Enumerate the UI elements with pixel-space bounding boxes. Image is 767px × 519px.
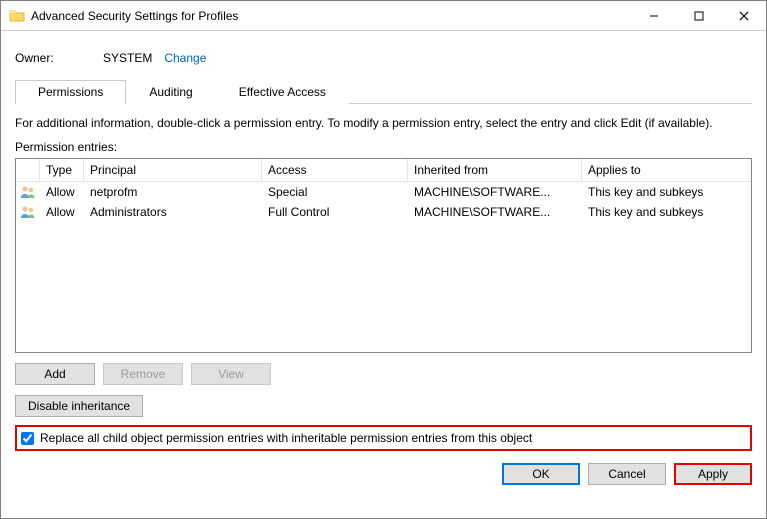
permission-row[interactable]: Allow netprofm Special MACHINE\SOFTWARE.… <box>16 182 751 202</box>
tab-auditing[interactable]: Auditing <box>126 80 215 104</box>
add-button[interactable]: Add <box>15 363 95 385</box>
cell-access: Special <box>262 183 408 201</box>
column-inherited[interactable]: Inherited from <box>408 159 582 181</box>
ok-button[interactable]: OK <box>502 463 580 485</box>
cell-type: Allow <box>40 203 84 221</box>
instruction-text: For additional information, double-click… <box>15 116 752 130</box>
column-applies[interactable]: Applies to <box>582 159 751 181</box>
disable-inheritance-button[interactable]: Disable inheritance <box>15 395 143 417</box>
cell-applies: This key and subkeys <box>582 183 751 201</box>
titlebar: Advanced Security Settings for Profiles <box>1 1 766 31</box>
minimize-button[interactable] <box>631 1 676 30</box>
window-title: Advanced Security Settings for Profiles <box>31 9 631 23</box>
cell-inherited: MACHINE\SOFTWARE... <box>408 203 582 221</box>
tab-permissions[interactable]: Permissions <box>15 80 126 104</box>
view-button[interactable]: View <box>191 363 271 385</box>
folder-icon <box>9 8 25 24</box>
column-icon[interactable] <box>16 159 40 181</box>
window: Advanced Security Settings for Profiles … <box>0 0 767 519</box>
content-area: Owner: SYSTEM Change Permissions Auditin… <box>1 31 766 518</box>
close-button[interactable] <box>721 1 766 30</box>
maximize-button[interactable] <box>676 1 721 30</box>
cell-inherited: MACHINE\SOFTWARE... <box>408 183 582 201</box>
column-access[interactable]: Access <box>262 159 408 181</box>
owner-value: SYSTEM <box>103 51 152 65</box>
tab-effective-access[interactable]: Effective Access <box>216 80 349 104</box>
grid-header: Type Principal Access Inherited from App… <box>16 159 751 182</box>
grid-body[interactable]: Allow netprofm Special MACHINE\SOFTWARE.… <box>16 182 751 352</box>
entry-button-row: Add Remove View <box>15 363 752 385</box>
permission-row[interactable]: Allow Administrators Full Control MACHIN… <box>16 202 751 222</box>
permission-grid: Type Principal Access Inherited from App… <box>15 158 752 353</box>
users-icon <box>16 203 40 221</box>
permission-entries-label: Permission entries: <box>15 140 752 154</box>
owner-row: Owner: SYSTEM Change <box>15 51 752 65</box>
cell-principal: Administrators <box>84 203 262 221</box>
change-owner-link[interactable]: Change <box>164 51 206 65</box>
column-principal[interactable]: Principal <box>84 159 262 181</box>
footer-buttons: OK Cancel Apply <box>15 463 752 485</box>
column-type[interactable]: Type <box>40 159 84 181</box>
cell-principal: netprofm <box>84 183 262 201</box>
owner-label: Owner: <box>15 51 103 65</box>
cell-type: Allow <box>40 183 84 201</box>
replace-child-checkbox[interactable] <box>21 432 34 445</box>
window-buttons <box>631 1 766 30</box>
replace-child-label: Replace all child object permission entr… <box>40 431 532 445</box>
apply-button[interactable]: Apply <box>674 463 752 485</box>
cancel-button[interactable]: Cancel <box>588 463 666 485</box>
inheritance-row: Disable inheritance <box>15 395 752 417</box>
replace-checkbox-row: Replace all child object permission entr… <box>15 425 752 451</box>
cell-applies: This key and subkeys <box>582 203 751 221</box>
cell-access: Full Control <box>262 203 408 221</box>
tab-bar: Permissions Auditing Effective Access <box>15 79 752 104</box>
users-icon <box>16 183 40 201</box>
remove-button[interactable]: Remove <box>103 363 183 385</box>
